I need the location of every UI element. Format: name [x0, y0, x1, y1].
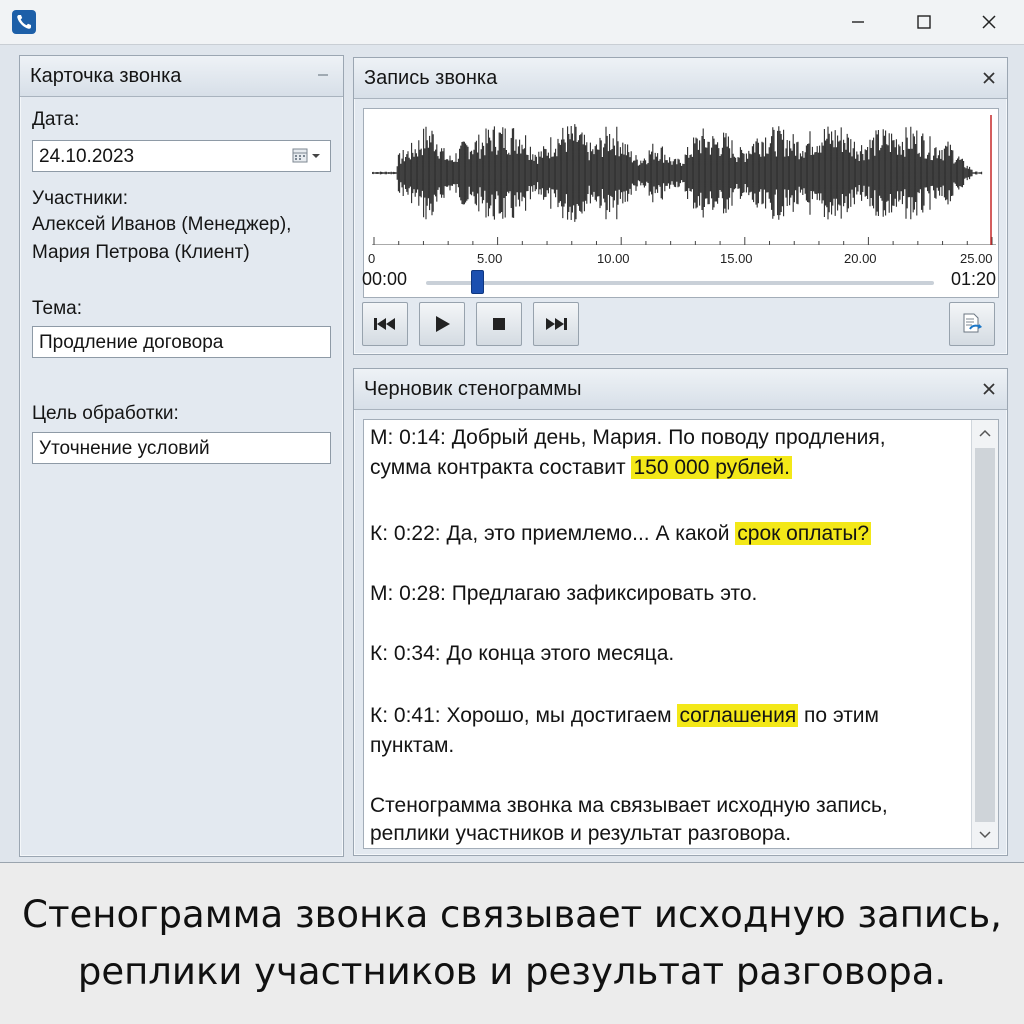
topic-value: Продление договора	[39, 332, 224, 353]
topic-label: Тема:	[32, 298, 83, 319]
timeline-tick: 10.00	[597, 251, 630, 266]
transcript-header: Черновик стенограммы	[354, 369, 1007, 410]
topic-field[interactable]: Продление договора	[32, 326, 331, 358]
app-window: Карточка звонка Дата: 24.10.2023 Участни…	[0, 0, 1024, 863]
transcript-panel: Черновик стенограммы М: 0:14: Добрый ден…	[353, 368, 1008, 856]
seek-track[interactable]	[426, 281, 934, 285]
scroll-down-button[interactable]	[972, 824, 998, 846]
transcript-line: М: 0:28: Предлагаю зафиксировать это.	[370, 582, 758, 605]
timeline-tick: 20.00	[844, 251, 877, 266]
transcript-scrollbar[interactable]	[971, 420, 998, 848]
title-bar	[0, 0, 1024, 45]
participants-label: Участники:	[32, 188, 129, 209]
caption-line-2: реплики участников и результат разговора…	[77, 950, 947, 993]
transcript-line: Стенограмма звонка ма связывает исходную…	[370, 794, 888, 817]
caption-line-1: Стенограмма звонка связывает исходную за…	[22, 893, 1002, 936]
highlight-payment-term: срок оплаты?	[735, 522, 872, 545]
audio-waveform	[372, 115, 996, 245]
transcript-line: К: 0:41: Хорошо, мы достигаем соглашения…	[370, 704, 879, 727]
total-time: 01:20	[951, 269, 997, 289]
transcript-title: Черновик стенограммы	[364, 378, 582, 400]
rewind-icon	[374, 318, 395, 330]
play-icon	[436, 316, 450, 332]
close-icon	[982, 15, 996, 29]
close-icon	[983, 383, 995, 395]
recording-panel: Запись звонка 0 5.00 10.00 15.00 20.00 2…	[353, 57, 1008, 355]
transcript-line: реплики участников и результат разговора…	[370, 822, 792, 845]
scroll-up-button[interactable]	[972, 422, 998, 444]
timeline-tick: 25.00	[960, 251, 993, 266]
date-field[interactable]: 24.10.2023	[32, 140, 331, 172]
current-time: 00:00	[362, 269, 408, 289]
timeline-tick: 15.00	[720, 251, 753, 266]
call-card-title: Карточка звонка	[30, 65, 182, 87]
transcript-line: сумма контракта составит 150 000 рублей.	[370, 456, 792, 479]
export-document-icon	[963, 313, 982, 333]
close-window-button[interactable]	[964, 6, 1014, 38]
transcript-line: К: 0:22: Да, это приемлемо... А какой ср…	[370, 522, 872, 545]
export-transcript-button[interactable]	[949, 302, 995, 346]
fast-forward-button[interactable]	[533, 302, 579, 346]
chevron-down-icon	[979, 831, 991, 839]
date-label: Дата:	[32, 109, 80, 130]
close-recording-button[interactable]	[979, 68, 999, 88]
goal-label: Цель обработки:	[32, 403, 179, 424]
call-card-panel: Карточка звонка Дата: 24.10.2023 Участни…	[19, 55, 344, 857]
goal-field[interactable]: Уточнение условий	[32, 432, 331, 464]
highlight-agreement: соглашения	[677, 704, 799, 727]
transcript-line: пунктам.	[370, 734, 455, 757]
scroll-thumb[interactable]	[975, 448, 995, 822]
highlight-amount: 150 000 рублей.	[631, 456, 792, 479]
fast-forward-icon	[546, 318, 567, 330]
transcript-text-area[interactable]: М: 0:14: Добрый день, Мария. По поводу п…	[363, 419, 999, 849]
collapse-panel-button[interactable]	[313, 64, 333, 84]
minimize-icon	[852, 21, 864, 23]
participant-1: Алексей Иванов (Менеджер),	[32, 214, 292, 235]
goal-value: Уточнение условий	[39, 438, 210, 459]
transcript-line: М: 0:14: Добрый день, Мария. По поводу п…	[370, 426, 886, 449]
maximize-button[interactable]	[899, 6, 949, 38]
calendar-dropdown-icon[interactable]	[292, 148, 324, 169]
recording-title: Запись звонка	[364, 67, 498, 89]
phone-app-icon	[12, 10, 36, 34]
recording-header: Запись звонка	[354, 58, 1007, 99]
date-value: 24.10.2023	[39, 146, 135, 167]
close-icon	[983, 72, 995, 84]
call-card-header: Карточка звонка	[20, 56, 343, 97]
chevron-up-icon	[979, 429, 991, 437]
participant-2: Мария Петрова (Клиент)	[32, 242, 250, 263]
transcript-line: К: 0:34: До конца этого месяца.	[370, 642, 675, 665]
timeline-tick: 0	[368, 251, 376, 266]
minimize-button[interactable]	[833, 6, 883, 38]
close-transcript-button[interactable]	[979, 379, 999, 399]
maximize-icon	[917, 15, 931, 29]
waveform-view[interactable]: 0 5.00 10.00 15.00 20.00 25.00	[363, 108, 999, 298]
rewind-button[interactable]	[362, 302, 408, 346]
timeline-tick: 5.00	[477, 251, 503, 266]
play-button[interactable]	[419, 302, 465, 346]
seek-thumb[interactable]	[470, 270, 484, 294]
collapse-icon	[318, 74, 328, 76]
stop-icon	[493, 318, 505, 330]
stop-button[interactable]	[476, 302, 522, 346]
